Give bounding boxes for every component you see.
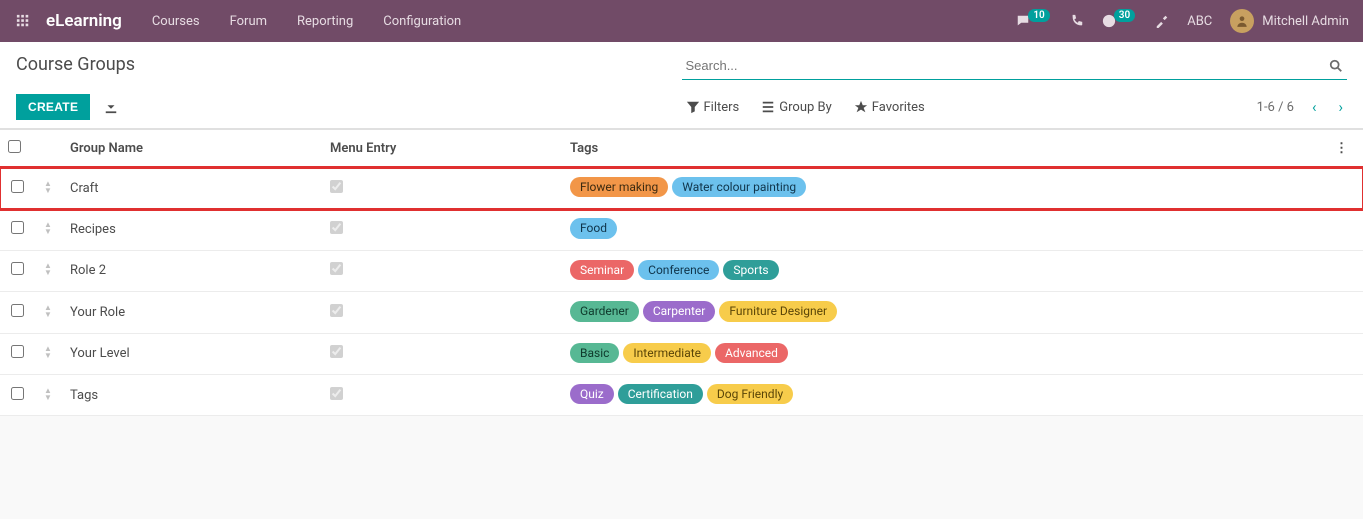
pager-prev-icon[interactable]: ‹ [1308, 98, 1321, 116]
pager-range: 1-6 / 6 [1257, 100, 1294, 115]
user-menu[interactable]: Mitchell Admin [1230, 9, 1349, 33]
menu-entry-checkbox[interactable] [330, 221, 343, 234]
cell-tags: Food [562, 209, 1327, 250]
optional-columns-icon[interactable]: ⋮ [1335, 141, 1348, 156]
create-button[interactable]: CREATE [16, 94, 90, 120]
breadcrumb: Course Groups [16, 52, 682, 75]
tag-pill: Flower making [570, 177, 668, 197]
filters-button[interactable]: Filters [686, 98, 740, 116]
tag-pill: Water colour painting [672, 177, 806, 197]
tag-pill: Food [570, 218, 617, 238]
menu-entry-checkbox[interactable] [330, 262, 343, 275]
group-table: Group Name Menu Entry Tags ⋮ ▲▼ Craft Flow… [0, 130, 1363, 416]
cell-tags: GardenerCarpenterFurniture Designer [562, 292, 1327, 333]
control-panel: Course Groups CREATE Filters Group By Fa… [0, 42, 1363, 129]
tag-pill: Intermediate [623, 343, 711, 363]
col-menu-entry[interactable]: Menu Entry [322, 130, 562, 168]
activities-icon[interactable]: 30 [1102, 14, 1137, 28]
avatar [1230, 9, 1254, 33]
tag-pill: Quiz [570, 384, 614, 404]
tag-pill: Conference [638, 260, 719, 280]
pager: 1-6 / 6 ‹ › [1257, 98, 1347, 116]
select-all-checkbox[interactable] [8, 140, 21, 153]
favorites-button[interactable]: Favorites [854, 98, 925, 116]
nav-menu-courses[interactable]: Courses [152, 14, 200, 29]
activities-badge: 30 [1114, 9, 1135, 22]
drag-handle-icon[interactable]: ▲▼ [44, 387, 52, 401]
row-checkbox[interactable] [11, 345, 24, 358]
messaging-icon[interactable]: 10 [1016, 14, 1051, 28]
search-input[interactable] [682, 52, 1348, 80]
table-row[interactable]: ▲▼ Recipes Food [0, 209, 1363, 250]
row-checkbox[interactable] [11, 262, 24, 275]
tag-pill: Basic [570, 343, 619, 363]
nav-menu-forum[interactable]: Forum [230, 14, 267, 29]
nav-menu-configuration[interactable]: Configuration [383, 14, 461, 29]
menu-entry-checkbox[interactable] [330, 387, 343, 400]
cell-group-name: Craft [62, 168, 322, 209]
import-icon[interactable] [104, 100, 118, 115]
cell-group-name: Your Role [62, 292, 322, 333]
table-row[interactable]: ▲▼ Tags QuizCertificationDog Friendly [0, 374, 1363, 415]
col-group-name[interactable]: Group Name [62, 130, 322, 168]
apps-icon[interactable] [14, 12, 32, 30]
tag-pill: Furniture Designer [719, 301, 837, 321]
app-brand[interactable]: eLearning [46, 11, 122, 31]
menu-entry-checkbox[interactable] [330, 304, 343, 317]
groupby-label: Group By [779, 100, 832, 115]
phone-icon[interactable] [1070, 14, 1084, 28]
cell-tags: SeminarConferenceSports [562, 250, 1327, 291]
table-row[interactable]: ▲▼ Role 2 SeminarConferenceSports [0, 250, 1363, 291]
cell-group-name: Tags [62, 374, 322, 415]
cell-tags: QuizCertificationDog Friendly [562, 374, 1327, 415]
drag-handle-icon[interactable]: ▲▼ [44, 262, 52, 276]
tag-pill: Gardener [570, 301, 639, 321]
row-checkbox[interactable] [11, 387, 24, 400]
nav-menu: Courses Forum Reporting Configuration [152, 14, 461, 29]
tag-pill: Certification [618, 384, 703, 404]
user-name: Mitchell Admin [1262, 14, 1349, 29]
row-checkbox[interactable] [11, 221, 24, 234]
col-tags[interactable]: Tags [562, 130, 1327, 168]
tools-icon[interactable] [1155, 14, 1169, 28]
row-checkbox[interactable] [11, 180, 24, 193]
table-row[interactable]: ▲▼ Your Level BasicIntermediateAdvanced [0, 333, 1363, 374]
filters-label: Filters [704, 100, 740, 115]
tag-pill: Advanced [715, 343, 788, 363]
drag-handle-icon[interactable]: ▲▼ [44, 304, 52, 318]
pager-next-icon[interactable]: › [1334, 98, 1347, 116]
top-navbar: eLearning Courses Forum Reporting Config… [0, 0, 1363, 42]
menu-entry-checkbox[interactable] [330, 345, 343, 358]
cell-group-name: Your Level [62, 333, 322, 374]
tag-pill: Dog Friendly [707, 384, 793, 404]
drag-handle-icon[interactable]: ▲▼ [44, 345, 52, 359]
cell-tags: Flower makingWater colour painting [562, 168, 1327, 209]
favorites-label: Favorites [872, 100, 925, 115]
company-switcher[interactable]: ABC [1187, 14, 1212, 29]
nav-menu-reporting[interactable]: Reporting [297, 14, 353, 29]
drag-handle-icon[interactable]: ▲▼ [44, 180, 52, 194]
table-row[interactable]: ▲▼ Craft Flower makingWater colour paintin… [0, 168, 1363, 209]
tag-pill: Seminar [570, 260, 634, 280]
messaging-badge: 10 [1028, 9, 1049, 22]
table-row[interactable]: ▲▼ Your Role GardenerCarpenterFurniture De… [0, 292, 1363, 333]
tag-pill: Carpenter [643, 301, 716, 321]
groupby-button[interactable]: Group By [761, 98, 832, 116]
drag-handle-icon[interactable]: ▲▼ [44, 221, 52, 235]
cell-group-name: Recipes [62, 209, 322, 250]
cell-group-name: Role 2 [62, 250, 322, 291]
menu-entry-checkbox[interactable] [330, 180, 343, 193]
row-checkbox[interactable] [11, 304, 24, 317]
tag-pill: Sports [723, 260, 778, 280]
cell-tags: BasicIntermediateAdvanced [562, 333, 1327, 374]
